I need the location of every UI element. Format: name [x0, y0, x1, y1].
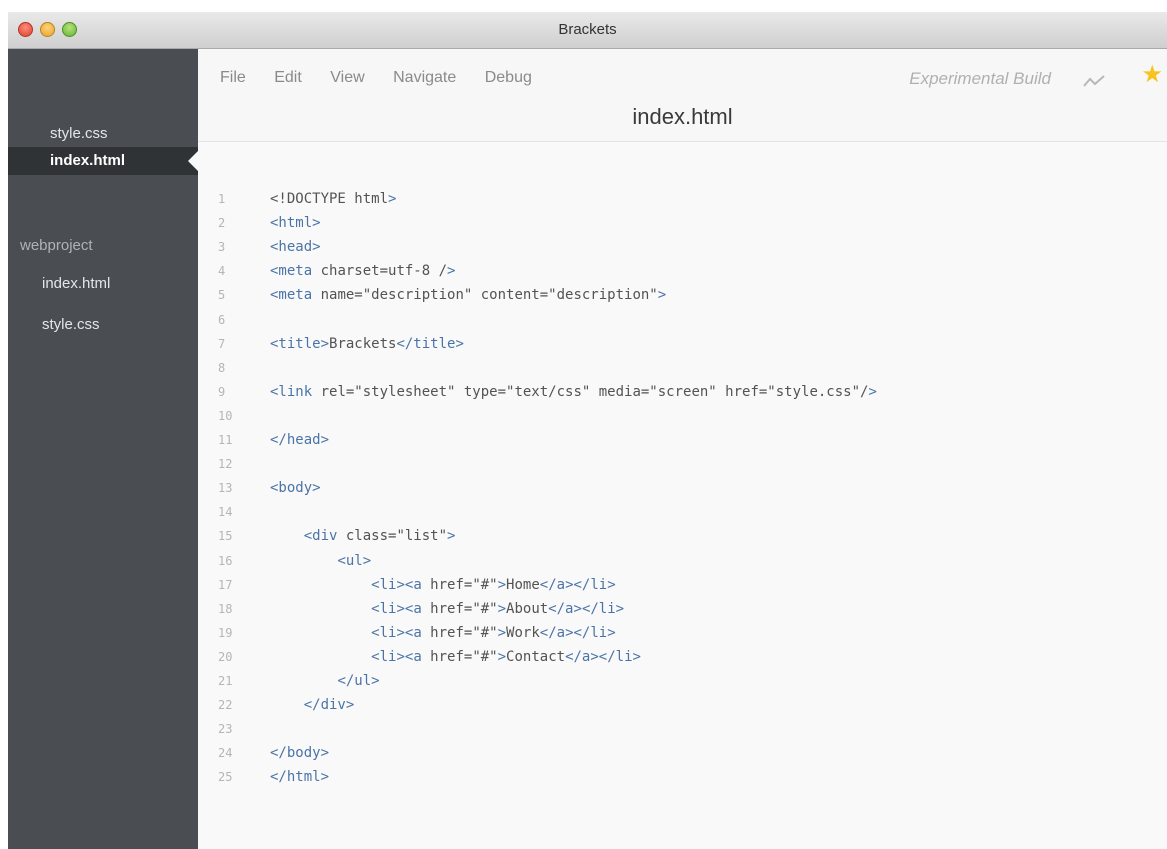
line-number: 23: [218, 722, 233, 737]
working-file-label: index.html: [50, 152, 126, 169]
code-line[interactable]: 22 </div>: [198, 694, 354, 716]
code-text: <html>: [270, 215, 321, 232]
code-line[interactable]: 5 <meta name="description" content="descr…: [198, 284, 666, 306]
code-line[interactable]: 15 <div class="list">: [198, 525, 455, 547]
line-number: 19: [218, 625, 233, 640]
working-file-index-html[interactable]: index.html: [8, 147, 199, 175]
line-number: 11: [218, 433, 233, 447]
code-line[interactable]: 4 <meta charset=utf-8 />: [198, 260, 455, 282]
code-line[interactable]: 16 <ul>: [198, 550, 371, 572]
line-number: 18: [218, 601, 233, 616]
code-line[interactable]: 24 </body>: [198, 742, 329, 764]
experimental-build-label: Experimental Build: [909, 69, 1051, 88]
menu-bar: File Edit View Navigate Debug: [220, 69, 556, 87]
code-line[interactable]: 21 </ul>: [198, 670, 380, 692]
project-file-style-css[interactable]: style.css: [8, 312, 198, 338]
code-line[interactable]: 9 <link rel="stylesheet" type="text/css" …: [198, 381, 877, 403]
code-text: <li><a href="#">Home</a></li>: [371, 576, 616, 593]
sidebar: style.css index.html webproject index.ht…: [8, 49, 199, 849]
code-text: <title>Brackets</title>: [270, 335, 464, 352]
working-file-style-css[interactable]: style.css: [8, 121, 198, 147]
project-label: webproject: [20, 237, 93, 254]
code-line[interactable]: 1 <!DOCTYPE html>: [198, 188, 396, 210]
brackets-window: Brackets style.css index.html webproject…: [8, 12, 1167, 849]
line-number: 21: [218, 674, 233, 688]
title-bar: Brackets: [8, 12, 1167, 49]
line-number: 20: [218, 649, 233, 664]
menu-navigate[interactable]: Navigate: [393, 69, 456, 86]
code-line[interactable]: 14: [198, 501, 270, 523]
code-line[interactable]: 6: [198, 309, 270, 331]
line-number: 24: [218, 746, 233, 761]
line-number: 1: [218, 192, 226, 206]
code-text: </head>: [270, 432, 330, 448]
code-line[interactable]: 19 <li><a href="#">Work</a></li>: [198, 622, 616, 644]
code-line[interactable]: 23: [198, 718, 270, 740]
editor-header: File Edit View Navigate Debug Experiment…: [198, 49, 1167, 142]
code-text: </div>: [303, 697, 355, 714]
window-title: Brackets: [558, 21, 617, 38]
code-text: <li><a href="#">Contact</a></li>: [371, 648, 641, 665]
code-line[interactable]: 25 </html>: [198, 766, 329, 788]
line-number: 5: [218, 288, 226, 303]
line-number: 22: [218, 698, 233, 713]
line-number: 12: [218, 457, 233, 472]
code-text: <meta name="description" content="descri…: [270, 287, 667, 304]
live-preview-icon[interactable]: [1083, 74, 1105, 88]
file-title: index.html: [632, 104, 733, 129]
menu-edit[interactable]: Edit: [274, 69, 302, 86]
code-text: <ul>: [337, 552, 372, 569]
code-line[interactable]: 10: [198, 405, 270, 427]
code-text: <head>: [270, 239, 321, 256]
code-line[interactable]: 8: [198, 357, 270, 379]
line-number: 9: [218, 384, 226, 399]
project-title[interactable]: webproject: [8, 234, 198, 258]
line-number: 10: [218, 408, 233, 423]
code-editor[interactable]: 1 <!DOCTYPE html> 2 <html> 3 <head> 4 <meta cha…: [198, 142, 1167, 849]
line-number: 8: [218, 360, 226, 375]
line-number: 2: [218, 216, 226, 231]
menu-debug[interactable]: Debug: [485, 69, 532, 86]
code-text: <!DOCTYPE html>: [270, 191, 397, 207]
code-line[interactable]: 11 </head>: [198, 429, 329, 451]
line-number: 3: [218, 240, 226, 255]
code-line[interactable]: 13 <body>: [198, 477, 321, 499]
code-text: </html>: [270, 769, 330, 786]
code-text: </ul>: [337, 673, 380, 689]
line-number: 25: [218, 770, 233, 785]
line-number: 15: [218, 529, 233, 544]
line-number: 13: [218, 481, 233, 496]
menu-view[interactable]: View: [330, 69, 364, 86]
code-line[interactable]: 2 <html>: [198, 212, 321, 234]
menu-file[interactable]: File: [220, 69, 246, 86]
code-text: <link rel="stylesheet" type="text/css" m…: [270, 383, 877, 400]
line-number: 16: [218, 553, 233, 568]
project-file-index-html[interactable]: index.html: [8, 271, 198, 297]
line-number: 7: [218, 336, 226, 351]
line-number: 6: [218, 312, 226, 327]
line-number: 17: [218, 577, 233, 592]
code-text: <li><a href="#">Work</a></li>: [371, 624, 616, 641]
project-file-label: style.css: [42, 316, 100, 333]
code-text: </body>: [270, 745, 330, 762]
star-icon[interactable]: ★: [1141, 63, 1163, 87]
code-line[interactable]: 3 <head>: [198, 236, 321, 258]
code-text: <div class="list">: [303, 528, 456, 545]
line-number: 4: [218, 264, 226, 279]
code-line[interactable]: 17 <li><a href="#">Home</a></li>: [198, 574, 616, 596]
working-file-label: style.css: [50, 125, 108, 142]
code-text: <body>: [270, 480, 321, 497]
project-file-label: index.html: [42, 275, 111, 292]
code-line[interactable]: 7 <title>Brackets</title>: [198, 333, 464, 355]
code-text: <meta charset=utf-8 />: [270, 263, 456, 280]
code-line[interactable]: 18 <li><a href="#">About</a></li>: [198, 598, 624, 620]
code-line[interactable]: 12: [198, 453, 270, 475]
line-number: 14: [218, 505, 233, 520]
code-line[interactable]: 20 <li><a href="#">Contact</a></li>: [198, 646, 641, 668]
code-text: <li><a href="#">About</a></li>: [371, 600, 625, 617]
